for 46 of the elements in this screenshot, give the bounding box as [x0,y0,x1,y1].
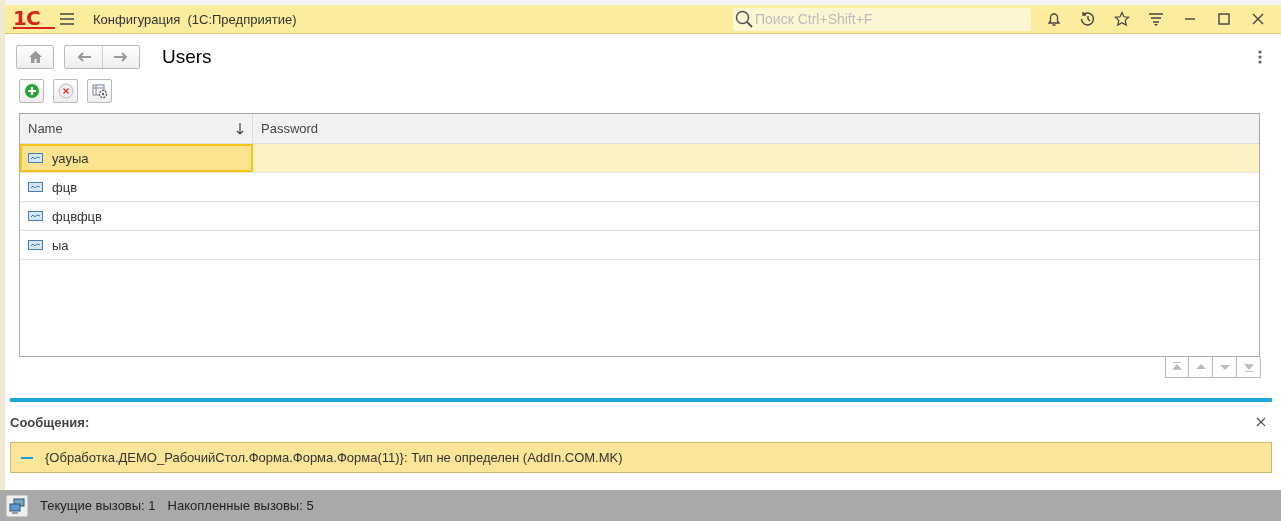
history-icon [1080,11,1096,27]
lines-caret-icon [1148,11,1164,27]
cross-circle-icon [57,83,74,99]
add-button[interactable] [19,79,44,103]
user-card-icon [28,240,43,250]
user-card-icon [28,182,43,192]
bell-icon [1046,11,1062,27]
search-icon [735,9,753,28]
more-button[interactable] [1258,49,1264,64]
table-cell: уауыа [20,144,253,172]
status-text: Текущие вызовы: 1 [40,498,156,513]
app-logo: 1С [13,9,55,29]
close-icon [1256,417,1266,427]
minimize-icon [1185,18,1195,20]
close-messages-button[interactable] [1256,417,1266,427]
table-cell: фцв [20,173,253,201]
status-text: Накопленные вызовы: 5 [167,498,314,513]
message-text: {Обработка.ДЕМО_РабочийСтол.Форма.Форма.Форма(11)}: Тип не определен (AddIn.COM.MK) [45,450,623,465]
user-card-icon [28,153,43,163]
table-cell: ыа [20,231,253,259]
scroll-top-icon [1171,361,1183,373]
menu-icon [59,11,75,27]
forward-arrow-icon [114,51,128,62]
close-icon [1250,11,1266,27]
list-settings-button[interactable] [87,79,112,103]
connection-button[interactable] [6,494,28,517]
delete-button[interactable] [53,79,78,103]
plus-circle-icon [23,83,40,99]
search-field[interactable]: Поиск Ctrl+Shift+F [733,7,1031,31]
gear-list-icon [91,83,108,99]
computers-icon [9,497,25,514]
window-title: Конфигурация (1С:Предприятие) [93,11,297,27]
scroll-bottom-icon [1242,361,1255,373]
user-card-icon [28,211,43,221]
form-title: Users [162,45,212,68]
home-icon [28,50,42,63]
table-cell: фцвфцв [20,202,253,230]
more-icon [1258,49,1262,64]
table-row[interactable]: уауыа [20,144,1259,173]
column-header[interactable]: Name [20,114,253,143]
home-button[interactable] [16,44,54,69]
back-arrow-icon [76,51,91,62]
column-header[interactable]: Password [253,114,1259,143]
star-icon [1114,11,1130,27]
messages-title: Сообщения: [10,414,90,430]
maximize-icon [1216,11,1232,27]
